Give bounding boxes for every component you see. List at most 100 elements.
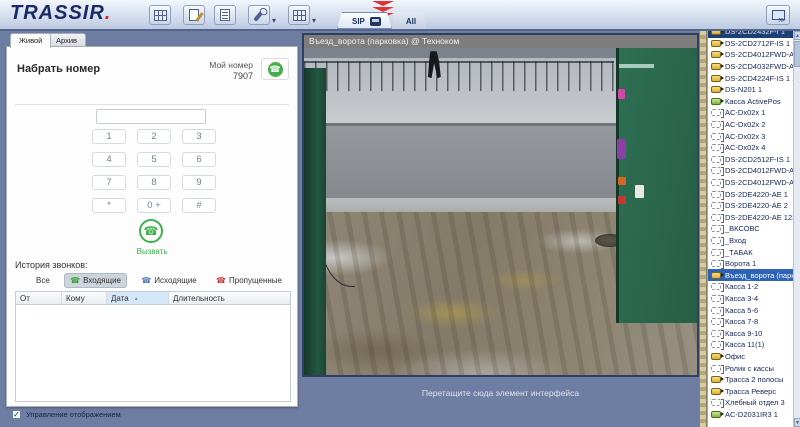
tree-item-label: DS-2DE4220-AE 2 — [725, 201, 788, 210]
filter-missed-call[interactable]: Пропущенные — [211, 274, 287, 287]
tree-item[interactable]: Въезд_ворота (парк — [708, 269, 793, 281]
keypad-key-8[interactable]: 8 — [137, 175, 171, 190]
tree-item[interactable]: Хлебный отдел 3 — [708, 397, 793, 409]
tree-item[interactable]: Касса 7-8 — [708, 316, 793, 328]
scrollbar-thumb[interactable] — [794, 41, 800, 67]
keypad-key-2[interactable]: 2 — [137, 129, 171, 144]
white-notice — [635, 185, 644, 198]
column-header-Кому[interactable]: Кому — [62, 292, 107, 304]
tree-item[interactable]: AC-Dx02x 2 — [708, 119, 793, 131]
tree-item[interactable]: _ВКСОВС — [708, 223, 793, 235]
settings-wrench-button[interactable] — [248, 5, 270, 25]
panel-splitter[interactable] — [699, 31, 707, 427]
tree-item[interactable]: DS-2CD4012FWD-A 2 — [708, 177, 793, 189]
tree-item[interactable]: Трасса Реверс — [708, 385, 793, 397]
column-header-От[interactable]: От — [16, 292, 62, 304]
tree-item-label: Офис — [725, 352, 745, 361]
tab-live[interactable]: Живой — [10, 33, 51, 48]
tree-item[interactable]: Касса 3-4 — [708, 293, 793, 305]
filter-incoming-call[interactable]: Входящие — [64, 273, 127, 288]
tree-item[interactable]: Касса 11(1) — [708, 339, 793, 351]
camera-icon — [711, 388, 721, 395]
filter-outgoing-call[interactable]: Исходящие — [136, 274, 201, 287]
tree-item[interactable]: Касса 9-10 — [708, 327, 793, 339]
tree-item[interactable]: _Вход — [708, 235, 793, 247]
my-number-call-button[interactable] — [261, 58, 289, 80]
keypad-key-4[interactable]: 4 — [92, 152, 126, 167]
tree-item[interactable]: _ТАБАК — [708, 246, 793, 258]
keypad-key-9[interactable]: 9 — [182, 175, 216, 190]
monitor-grid-button[interactable] — [149, 5, 171, 25]
scroll-up-icon[interactable] — [794, 31, 800, 40]
tree-item-label: DS-2CD4012FWD-A 1 — [725, 166, 793, 175]
tree-item-label: Касса 1-2 — [725, 282, 758, 291]
tree-item[interactable]: DS-2CD2512F-IS 1 — [708, 154, 793, 166]
tab-archive[interactable]: Архив — [47, 33, 86, 47]
tree-item-label: DS-2CD4032FWD-A 1 — [725, 62, 793, 71]
call-button[interactable] — [139, 219, 163, 243]
filter-label: Пропущенные — [229, 276, 282, 285]
tab-sip[interactable]: SIP — [337, 12, 392, 29]
tree-item-label: DS-2CD2712F-IS 1 — [725, 39, 790, 48]
top-toolbar: TRASSIR. SIP All — [0, 0, 800, 31]
column-header-Длительность[interactable]: Длительность — [169, 292, 290, 304]
tree-item-label: DS-2CD2432F-I 1 — [725, 31, 785, 36]
tree-item[interactable]: DS-N201 1 — [708, 84, 793, 96]
channel-empty-icon — [711, 109, 721, 116]
layout-dropdown-caret[interactable] — [312, 10, 316, 28]
edit-document-button[interactable] — [183, 5, 205, 25]
tree-item[interactable]: DS-2CD4012FWD-A 1 — [708, 165, 793, 177]
tree-item-label: DS-2DE4220-AE 1 — [725, 190, 788, 199]
tree-item[interactable]: AC-Dx02x 1 — [708, 107, 793, 119]
tree-item[interactable]: Касса ActivePos — [708, 96, 793, 108]
layout-templates-button[interactable] — [288, 5, 310, 25]
tree-item[interactable]: DS-2DE4220-AE 2 — [708, 200, 793, 212]
tree-item[interactable]: DS-2DE4220-AE 123 — [708, 212, 793, 224]
tree-item[interactable]: DS-2CD4012FWD-A 1 — [708, 49, 793, 61]
keypad-key-6[interactable]: 6 — [182, 152, 216, 167]
outgoing-call-icon — [141, 276, 151, 285]
column-header-Дата[interactable]: Дата — [107, 292, 169, 304]
sip-phone-panel: Живой Архив Набрать номер Мой номер 7907… — [6, 33, 298, 407]
tab-all[interactable]: All — [392, 12, 426, 29]
keypad-key-7[interactable]: 7 — [92, 175, 126, 190]
tree-item-label: DS-2CD4012FWD-A 1 — [725, 50, 793, 59]
tree-item[interactable]: DS-2DE4220-AE 1 — [708, 188, 793, 200]
keypad-key-1[interactable]: 1 — [92, 129, 126, 144]
tree-item[interactable]: Офис — [708, 351, 793, 363]
trassir-logo: TRASSIR. — [10, 2, 111, 25]
scroll-down-icon[interactable] — [794, 418, 800, 427]
journal-button[interactable] — [214, 5, 236, 25]
channel-empty-icon — [711, 260, 721, 267]
tree-item[interactable]: AC-D2031IR3 1 — [708, 409, 793, 421]
keypad-key-0+[interactable]: 0 + — [137, 198, 171, 213]
table-header-row: ОтКомуДатаДлительность — [16, 292, 290, 305]
tree-scrollbar[interactable] — [793, 31, 800, 427]
tree-item[interactable]: DS-2CD4032FWD-A 1 — [708, 61, 793, 73]
tree-item-label: Касса 9-10 — [725, 329, 762, 338]
tree-item[interactable]: Касса 1-2 — [708, 281, 793, 293]
tree-item[interactable]: DS-2CD4224F-IS 1 1 — [708, 72, 793, 84]
tree-item[interactable]: Ворота 1 — [708, 258, 793, 270]
tree-item[interactable]: AC-Dx02x 4 — [708, 142, 793, 154]
dial-input[interactable] — [96, 109, 206, 124]
tree-item-label: DS-2CD4224F-IS 1 1 — [725, 74, 793, 83]
camera-tree-panel: DS-2CD2432F-I 1 DS-2CD2712F-IS 1 DS-2CD401… — [707, 31, 793, 427]
keypad-key-*[interactable]: * — [92, 198, 126, 213]
keypad-key-5[interactable]: 5 — [137, 152, 171, 167]
tree-item[interactable]: Трасса 2 полосы — [708, 374, 793, 386]
tree-item[interactable]: DS-2CD2432F-I 1 — [708, 31, 793, 38]
filter-all[interactable]: Все — [31, 274, 55, 287]
keypad-key-#[interactable]: # — [182, 198, 216, 213]
keypad-key-3[interactable]: 3 — [182, 129, 216, 144]
dial-heading: Набрать номер — [17, 63, 100, 75]
tree-item[interactable]: DS-2CD2712F-IS 1 — [708, 38, 793, 50]
settings-dropdown-caret[interactable] — [272, 10, 276, 28]
camera-video-cell[interactable]: Въезд_ворота (парковка) @ Техноком — [302, 33, 699, 377]
tree-item-label: DS-N201 1 — [725, 85, 762, 94]
tree-item[interactable]: Касса 5-6 — [708, 304, 793, 316]
display-management-checkbox[interactable]: Управление отображением — [12, 410, 121, 419]
tree-item[interactable]: AC-Dx02x 3 — [708, 130, 793, 142]
videowall-button[interactable] — [766, 5, 790, 25]
tree-item[interactable]: Ролик с кассы — [708, 362, 793, 374]
